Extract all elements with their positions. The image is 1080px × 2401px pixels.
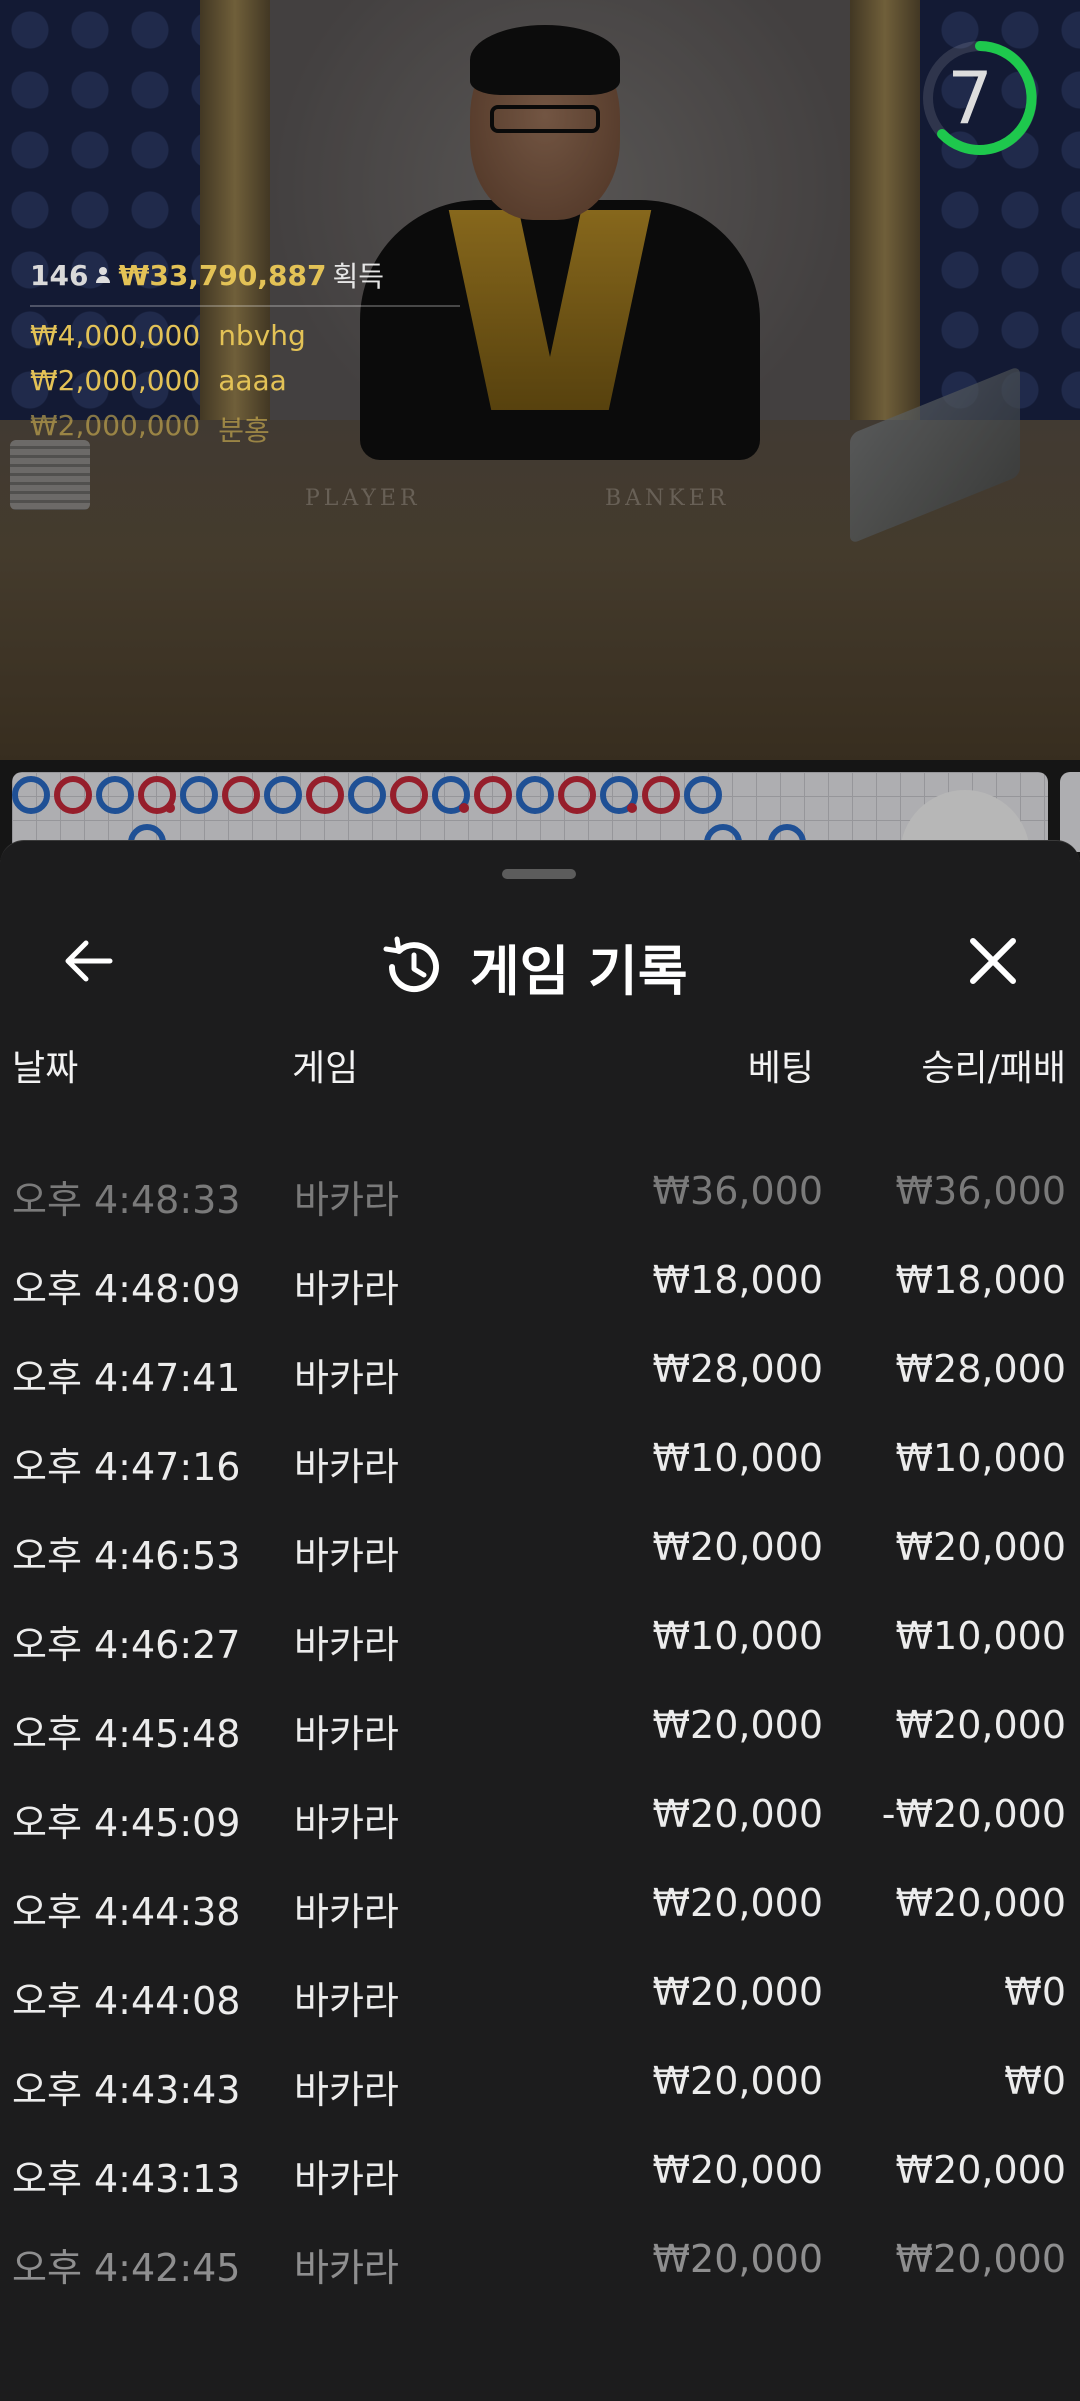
row-bet: ₩20,000: [652, 2059, 823, 2103]
table-row[interactable]: 오후 4:42:45 바카라 ₩20,000 ₩20,000: [0, 2209, 1080, 2298]
countdown-number: 7: [947, 56, 993, 140]
table-row[interactable]: 오후 4:45:09 바카라 ₩20,000 -₩20,000: [0, 1764, 1080, 1853]
row-date: 오후 4:47:41: [12, 1356, 241, 1400]
winners-panel: 146 ₩33,790,887 획득 ₩4,000,000 nbvhg ₩2,0…: [30, 255, 460, 449]
row-game: 바카라: [294, 1534, 399, 1578]
winners-suffix: 획득: [332, 260, 385, 293]
game-history-sheet: 게임 기록 날짜 게임 베팅 승리/패배 오후 4:48:33 바카라 ₩36,00…: [0, 840, 1080, 2401]
row-bet: ₩20,000: [652, 1525, 823, 1569]
winner-row: ₩4,000,000 nbvhg: [30, 319, 460, 352]
row-date: 오후 4:42:45: [12, 2246, 241, 2290]
table-row[interactable]: 오후 4:47:41 바카라 ₩28,000 ₩28,000: [0, 1319, 1080, 1408]
close-button[interactable]: [953, 921, 1033, 1001]
row-game: 바카라: [294, 1623, 399, 1667]
table-row[interactable]: 오후 4:43:43 바카라 ₩20,000 ₩0: [0, 2031, 1080, 2120]
row-bet: ₩20,000: [652, 2237, 823, 2281]
row-date: 오후 4:46:27: [12, 1623, 241, 1667]
table-row[interactable]: 오후 4:45:48 바카라 ₩20,000 ₩20,000: [0, 1675, 1080, 1764]
sheet-header: 게임 기록: [0, 901, 1080, 1021]
row-date: 오후 4:46:53: [12, 1534, 241, 1578]
row-result: ₩10,000: [895, 1436, 1066, 1480]
row-date: 오후 4:43:13: [12, 2157, 241, 2201]
winners-summary: 146 ₩33,790,887 획득: [30, 255, 460, 307]
row-game: 바카라: [294, 1267, 399, 1311]
person-icon: [94, 266, 112, 284]
row-game: 바카라: [294, 2246, 399, 2290]
row-game: 바카라: [294, 2157, 399, 2201]
column-header-bet[interactable]: 베팅: [748, 1039, 814, 1091]
row-bet: ₩28,000: [652, 1347, 823, 1391]
row-game: 바카라: [294, 1356, 399, 1400]
row-result: ₩20,000: [895, 1703, 1066, 1747]
row-bet: ₩20,000: [652, 1703, 823, 1747]
row-bet: ₩10,000: [652, 1436, 823, 1480]
row-result: ₩0: [1004, 1970, 1066, 2014]
winner-amount: ₩4,000,000: [30, 319, 201, 352]
history-icon: [383, 936, 439, 992]
winner-name: aaaa: [218, 364, 287, 397]
row-result: ₩18,000: [895, 1258, 1066, 1302]
row-bet: ₩20,000: [652, 2148, 823, 2192]
winner-amount: ₩2,000,000: [30, 364, 201, 397]
row-bet: ₩18,000: [652, 1258, 823, 1302]
row-date: 오후 4:48:09: [12, 1267, 241, 1311]
winner-name: 분홍: [218, 414, 270, 447]
row-date: 오후 4:43:43: [12, 2068, 241, 2112]
table-row[interactable]: 오후 4:47:16 바카라 ₩10,000 ₩10,000: [0, 1408, 1080, 1497]
table-row[interactable]: 오후 4:44:08 바카라 ₩20,000 ₩0: [0, 1942, 1080, 2031]
winner-row: ₩2,000,000 aaaa: [30, 364, 460, 397]
row-bet: ₩20,000: [652, 1970, 823, 2014]
table-row[interactable]: 오후 4:43:13 바카라 ₩20,000 ₩20,000: [0, 2120, 1080, 2209]
row-result: ₩20,000: [895, 2148, 1066, 2192]
table-row[interactable]: 오후 4:48:09 바카라 ₩18,000 ₩18,000: [0, 1230, 1080, 1319]
row-bet: ₩20,000: [652, 1792, 823, 1836]
column-header-result[interactable]: 승리/패배: [921, 1039, 1066, 1091]
live-video[interactable]: PLAYER BANKER 146 ₩33,790,887 획득 ₩4,000,…: [0, 0, 1080, 760]
arrow-left-icon: [65, 940, 113, 982]
winner-amount: ₩2,000,000: [30, 409, 201, 442]
row-game: 바카라: [294, 1801, 399, 1845]
table-row[interactable]: 오후 4:46:27 바카라 ₩10,000 ₩10,000: [0, 1586, 1080, 1675]
row-game: 바카라: [294, 1178, 399, 1222]
winners-count: 146: [30, 258, 89, 292]
table-row[interactable]: 오후 4:48:33 바카라 ₩36,000 ₩36,000: [0, 1141, 1080, 1230]
row-date: 오후 4:45:48: [12, 1712, 241, 1756]
sheet-title: 게임 기록: [470, 940, 688, 1003]
history-list[interactable]: 오후 4:48:33 바카라 ₩36,000 ₩36,000 오후 4:48:09 바카…: [0, 1141, 1080, 2298]
countdown-timer: 7: [920, 38, 1040, 158]
row-game: 바카라: [294, 2068, 399, 2112]
close-icon: [970, 938, 1016, 984]
row-result: ₩10,000: [895, 1614, 1066, 1658]
row-game: 바카라: [294, 1890, 399, 1934]
row-game: 바카라: [294, 1445, 399, 1489]
back-button[interactable]: [48, 921, 128, 1001]
row-game: 바카라: [294, 1712, 399, 1756]
row-result: ₩20,000: [895, 1525, 1066, 1569]
row-result: ₩28,000: [895, 1347, 1066, 1391]
table-row[interactable]: 오후 4:44:38 바카라 ₩20,000 ₩20,000: [0, 1853, 1080, 1942]
row-result: -₩20,000: [881, 1792, 1066, 1836]
row-date: 오후 4:48:33: [12, 1178, 241, 1222]
row-date: 오후 4:47:16: [12, 1445, 241, 1489]
winner-name: nbvhg: [218, 319, 306, 352]
row-date: 오후 4:44:38: [12, 1890, 241, 1934]
column-header-game[interactable]: 게임: [292, 1039, 358, 1091]
column-header-date[interactable]: 날짜: [12, 1039, 78, 1091]
row-result: ₩20,000: [895, 2237, 1066, 2281]
winners-total: ₩33,790,887: [118, 258, 327, 292]
row-bet: ₩20,000: [652, 1881, 823, 1925]
row-bet: ₩36,000: [652, 1169, 823, 1213]
table-row[interactable]: 오후 4:46:53 바카라 ₩20,000 ₩20,000: [0, 1497, 1080, 1586]
row-date: 오후 4:45:09: [12, 1801, 241, 1845]
row-game: 바카라: [294, 1979, 399, 2023]
row-bet: ₩10,000: [652, 1614, 823, 1658]
row-result: ₩20,000: [895, 1881, 1066, 1925]
winner-row: ₩2,000,000 분홍: [30, 409, 460, 449]
row-date: 오후 4:44:08: [12, 1979, 241, 2023]
sheet-title-group: 게임 기록: [380, 927, 688, 1006]
row-result: ₩36,000: [895, 1169, 1066, 1213]
sheet-drag-handle[interactable]: [502, 869, 576, 879]
row-result: ₩0: [1004, 2059, 1066, 2103]
